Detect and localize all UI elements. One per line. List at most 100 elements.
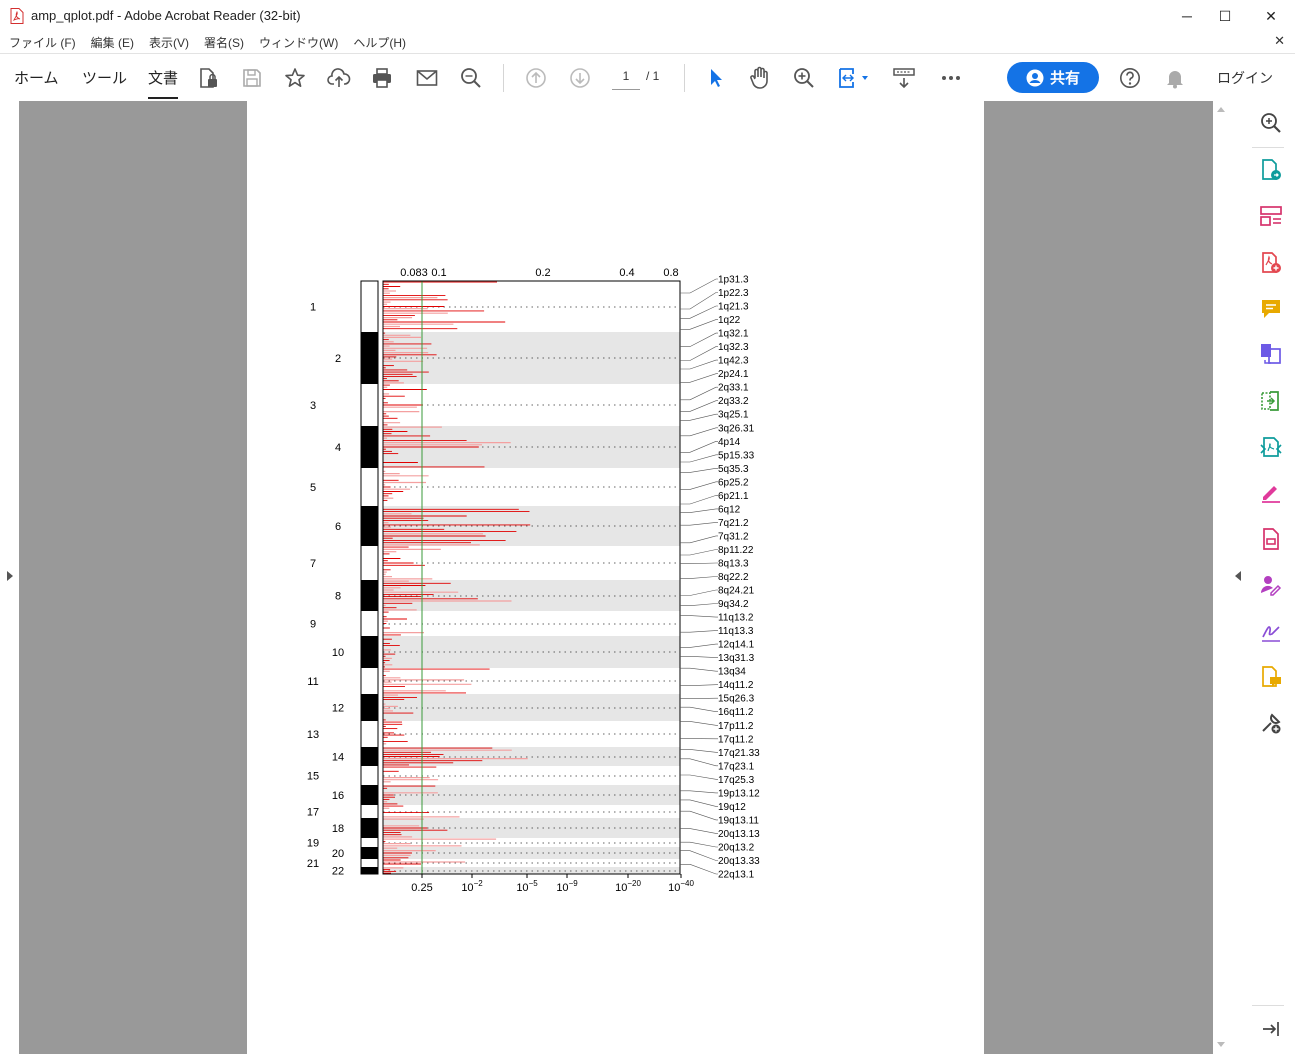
compress-pdf-icon[interactable]	[1258, 388, 1284, 414]
top-axis-tick-label: 0.1	[431, 267, 446, 279]
peak-connector	[680, 864, 718, 874]
lock-document-icon[interactable]	[196, 66, 220, 90]
share-button[interactable]: 共有	[1007, 62, 1099, 93]
chromosome-label: 20	[332, 848, 344, 860]
menu-window[interactable]: ウィンドウ(W)	[259, 34, 338, 51]
request-signature-icon[interactable]	[1258, 572, 1284, 598]
peak-connector	[680, 791, 718, 793]
organize-pages-icon[interactable]	[1258, 203, 1284, 229]
left-panel-toggle-strip[interactable]	[0, 101, 19, 1054]
collapse-right-panel-icon[interactable]	[1234, 570, 1242, 582]
zoom-in-icon[interactable]	[792, 66, 816, 90]
vertical-scrollbar[interactable]	[1213, 101, 1229, 1054]
close-window-button[interactable]: ✕	[1248, 0, 1294, 32]
peak-label: 7q31.2	[718, 531, 749, 542]
close-icon: ✕	[1265, 8, 1277, 25]
peak-connector	[680, 509, 718, 513]
send-for-comments-icon[interactable]	[1258, 664, 1284, 690]
peak-connector	[680, 800, 718, 807]
fill-and-sign-icon[interactable]	[1258, 618, 1284, 644]
peak-label: 22q13.1	[718, 870, 755, 881]
tab-home[interactable]: ホーム	[14, 67, 59, 88]
menu-bar: ファイル (F) 編集 (E) 表示(V) 署名(S) ウィンドウ(W) ヘルプ…	[0, 32, 1295, 52]
peak-label: 13q31.3	[718, 653, 755, 664]
peak-label: 1q21.3	[718, 302, 749, 313]
peak-label: 1p31.3	[718, 275, 749, 286]
menu-help[interactable]: ヘルプ(H)	[353, 34, 406, 51]
comment-icon[interactable]	[1258, 296, 1284, 322]
chromosome-label: 19	[307, 838, 319, 850]
chromosome-band	[383, 867, 680, 874]
save-icon[interactable]	[240, 66, 264, 90]
ideogram-segment	[361, 426, 378, 468]
ideogram-segment	[361, 506, 378, 546]
title-bar: amp_qplot.pdf - Adobe Acrobat Reader (32…	[0, 0, 1295, 32]
page-number-input[interactable]: 1	[612, 63, 640, 90]
peak-label: 6p21.1	[718, 491, 749, 502]
peak-connector	[680, 811, 718, 820]
select-cursor-icon[interactable]	[704, 66, 728, 90]
help-icon[interactable]	[1118, 66, 1142, 90]
tab-document[interactable]: 文書	[148, 67, 178, 88]
peak-connector	[680, 374, 718, 383]
chromosome-label: 22	[332, 866, 344, 878]
fit-width-icon[interactable]	[836, 66, 872, 90]
peak-connector	[680, 387, 718, 400]
search-icon[interactable]	[459, 66, 483, 90]
peak-connector	[680, 468, 718, 472]
more-options-icon[interactable]	[939, 66, 963, 90]
peak-label: 1p22.3	[718, 288, 749, 299]
hand-tool-icon[interactable]	[748, 66, 772, 90]
scan-ocr-icon[interactable]	[1258, 526, 1284, 552]
chromosome-label: 11	[307, 676, 318, 688]
peak-label: 19p13.12	[718, 788, 760, 799]
peak-label: 5q35.3	[718, 464, 749, 475]
more-tools-icon[interactable]	[1258, 710, 1284, 736]
close-document-icon[interactable]: ✕	[1274, 33, 1285, 49]
peak-connector	[680, 604, 718, 606]
peak-label: 17q11.2	[718, 734, 754, 745]
collapse-tools-panel-icon[interactable]	[1258, 1016, 1284, 1042]
menu-view[interactable]: 表示(V)	[149, 34, 189, 51]
scroll-down-arrow-icon[interactable]	[1216, 1041, 1226, 1049]
peak-label: 19q12	[718, 802, 746, 813]
export-pdf-icon[interactable]	[1258, 157, 1284, 183]
maximize-icon: ☐	[1219, 8, 1232, 25]
create-pdf-icon[interactable]	[1258, 250, 1284, 276]
scroll-up-arrow-icon[interactable]	[1216, 105, 1226, 113]
minimize-icon: ─	[1182, 8, 1192, 24]
peak-label: 15q26.3	[718, 694, 755, 705]
email-icon[interactable]	[415, 66, 439, 90]
ideogram-segment	[361, 694, 378, 721]
notification-bell-icon[interactable]	[1163, 66, 1187, 90]
page-insert-icon[interactable]	[892, 66, 916, 90]
bookmark-star-icon[interactable]	[283, 66, 307, 90]
next-page-icon[interactable]	[568, 66, 592, 90]
peak-connector	[680, 775, 718, 779]
zoom-search-icon[interactable]	[1258, 110, 1284, 136]
chromosome-label: 21	[307, 858, 319, 870]
expand-left-panel-icon[interactable]	[6, 570, 14, 582]
peak-connector	[680, 333, 718, 347]
maximize-button[interactable]: ☐	[1202, 0, 1248, 32]
chromosome-label: 2	[335, 353, 341, 365]
top-axis-tick-label: 0.8	[663, 267, 678, 279]
peak-connector	[680, 441, 718, 452]
top-axis-tick-label: 0.2	[535, 267, 550, 279]
upload-cloud-icon[interactable]	[327, 66, 351, 90]
combine-files-icon[interactable]	[1258, 341, 1284, 367]
login-link[interactable]: ログイン	[1217, 68, 1273, 88]
print-icon[interactable]	[370, 66, 394, 90]
menu-sign[interactable]: 署名(S)	[204, 34, 244, 51]
menu-edit[interactable]: 編集 (E)	[91, 34, 134, 51]
panel-divider	[1252, 1005, 1284, 1006]
previous-page-icon[interactable]	[524, 66, 548, 90]
peak-connector	[680, 401, 718, 412]
peak-label: 1q32.1	[718, 329, 749, 340]
edit-pdf-icon[interactable]	[1258, 479, 1284, 505]
tab-tools[interactable]: ツール	[82, 67, 127, 88]
convert-pdf-icon[interactable]	[1258, 434, 1284, 460]
chromosome-label: 3	[310, 400, 316, 412]
menu-file[interactable]: ファイル (F)	[9, 34, 76, 51]
peak-connector	[680, 829, 718, 834]
